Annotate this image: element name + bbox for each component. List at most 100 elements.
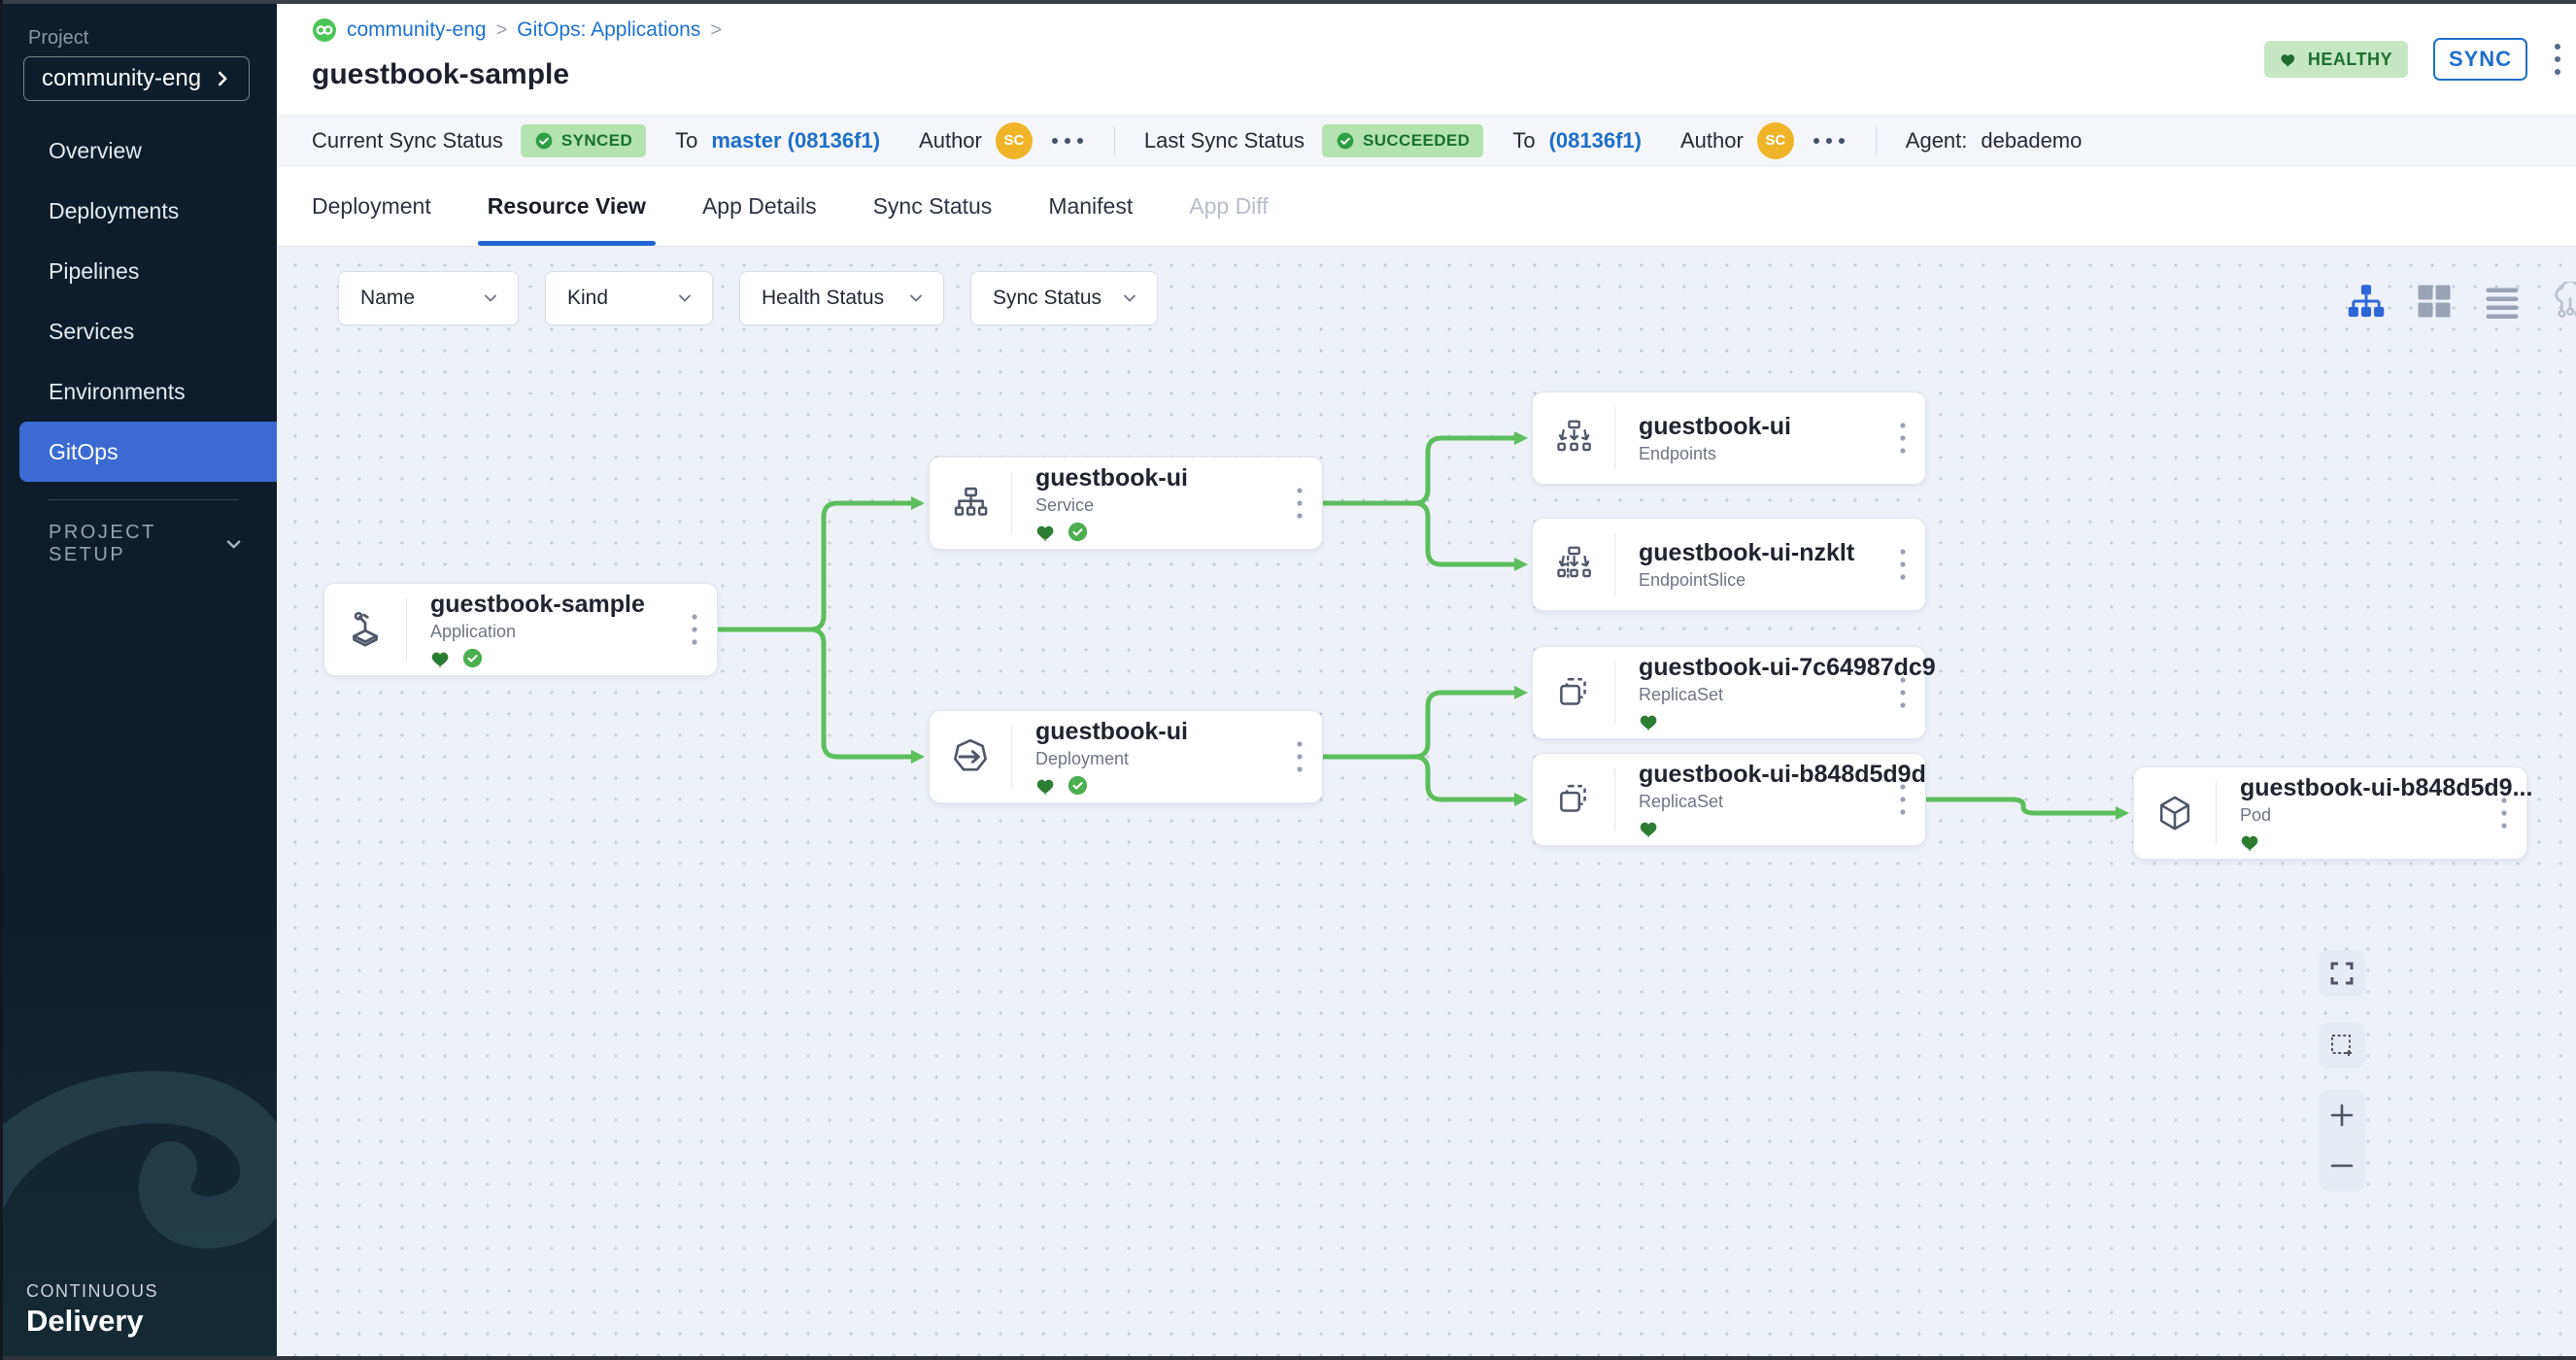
node-card-pod[interactable]: guestbook-ui-b848d5d9... Pod [2133, 766, 2527, 860]
chevron-down-icon [481, 289, 500, 308]
kebab-vertical-icon [1296, 740, 1304, 773]
current-sync-target-link[interactable]: master (08136f1) [711, 128, 880, 153]
last-sync-more-button[interactable] [1812, 132, 1847, 150]
tab-app-details[interactable]: App Details [702, 167, 817, 246]
marquee-select-button[interactable] [2319, 1022, 2365, 1069]
kebab-vertical-icon [1899, 548, 1907, 581]
sidebar-item-environments[interactable]: Environments [0, 361, 277, 422]
zoom-control [2319, 1090, 2365, 1191]
zoom-in-button[interactable] [2319, 1092, 2365, 1139]
sidebar-nav: Overview Deployments Pipelines Services … [0, 120, 277, 482]
node-card-deployment[interactable]: guestbook-ui Deployment [929, 710, 1323, 803]
kebab-vertical-icon [2553, 41, 2562, 78]
divider [1876, 126, 1877, 155]
synced-check-icon [462, 648, 483, 668]
tab-deployment[interactable]: Deployment [312, 167, 431, 246]
divider [1614, 768, 1615, 831]
tree-view-button[interactable] [2347, 282, 2386, 321]
last-sync-target-link[interactable]: (08136f1) [1549, 128, 1642, 153]
header-menu-button[interactable] [2553, 38, 2568, 81]
node-menu-button[interactable] [1886, 519, 1919, 610]
healthy-heart-icon [1639, 818, 1661, 838]
sidebar-item-services[interactable]: Services [0, 301, 277, 361]
kebab-vertical-icon [1899, 783, 1907, 816]
node-menu-button[interactable] [2488, 767, 2521, 859]
node-status-icons [1035, 522, 1283, 542]
current-sync-label: Current Sync Status [312, 128, 503, 153]
tab-label: Manifest [1048, 193, 1133, 220]
sidebar-item-overview[interactable]: Overview [0, 120, 277, 181]
filter-sync-status-dropdown[interactable]: Sync Status [970, 271, 1158, 325]
view-toggle-group [2347, 282, 2576, 321]
sidebar-item-label: GitOps [49, 439, 119, 465]
chevron-right-icon [212, 68, 233, 89]
grid-view-button[interactable] [2415, 282, 2454, 321]
to-label: To [675, 128, 697, 153]
node-kind: EndpointSlice [1639, 570, 1886, 591]
filter-label: Sync Status [993, 287, 1102, 310]
node-menu-button[interactable] [1886, 647, 1919, 738]
node-menu-button[interactable] [1283, 711, 1316, 802]
node-card-service[interactable]: guestbook-ui Service [929, 457, 1323, 550]
tab-sync-status[interactable]: Sync Status [873, 167, 993, 246]
author-avatar[interactable]: SC [996, 122, 1033, 159]
tab-manifest[interactable]: Manifest [1048, 167, 1133, 246]
node-menu-button[interactable] [1886, 754, 1919, 845]
node-menu-button[interactable] [1886, 392, 1919, 484]
divider [1011, 472, 1012, 534]
tab-label: App Diff [1189, 193, 1268, 220]
filter-bar: Name Kind Health Status Sync Status [338, 271, 1158, 325]
author-avatar[interactable]: SC [1757, 122, 1794, 159]
node-title: guestbook-ui [1035, 718, 1283, 746]
node-card-body: guestbook-ui-7c64987dc9 ReplicaSet [1639, 654, 1886, 731]
node-card-body: guestbook-ui-b848d5d9d ReplicaSet [1639, 761, 1886, 838]
healthy-heart-icon [430, 648, 453, 668]
filter-name-dropdown[interactable]: Name [338, 271, 519, 325]
sidebar-item-gitops[interactable]: GitOps [19, 422, 277, 482]
node-menu-button[interactable] [678, 584, 711, 675]
zoom-out-button[interactable] [2319, 1142, 2365, 1189]
node-kind: Service [1035, 495, 1283, 516]
sidebar-item-deployments[interactable]: Deployments [0, 181, 277, 241]
project-setup-toggle[interactable]: PROJECT SETUP [49, 525, 243, 563]
filter-kind-dropdown[interactable]: Kind [545, 271, 713, 325]
node-card-application[interactable]: guestbook-sample Application [323, 583, 718, 676]
resource-tree-canvas[interactable]: Name Kind Health Status Sync Status [277, 247, 2576, 1360]
divider [1114, 126, 1115, 155]
last-sync-badge-label: SUCCEEDED [1363, 131, 1470, 151]
node-menu-button[interactable] [1283, 458, 1316, 549]
healthy-heart-icon [1639, 711, 1661, 731]
node-card-body: guestbook-ui Deployment [1035, 718, 1283, 796]
breadcrumb-project[interactable]: community-eng [347, 18, 487, 42]
last-sync-badge: SUCCEEDED [1322, 124, 1483, 157]
chevron-down-icon [675, 289, 695, 308]
tab-resource-view[interactable]: Resource View [488, 167, 646, 246]
node-card-replicaset-2[interactable]: guestbook-ui-b848d5d9d ReplicaSet [1532, 753, 1926, 846]
tab-bar: Deployment Resource View App Details Syn… [277, 167, 2576, 247]
node-card-replicaset-1[interactable]: guestbook-ui-7c64987dc9 ReplicaSet [1532, 646, 1926, 739]
sidebar-divider [49, 499, 239, 500]
sidebar-item-pipelines[interactable]: Pipelines [0, 241, 277, 301]
filter-health-status-dropdown[interactable]: Health Status [739, 271, 944, 325]
tab-label: Sync Status [873, 193, 993, 220]
project-selector[interactable]: community-eng [23, 56, 250, 101]
cluster-view-button[interactable] [2551, 282, 2576, 321]
list-view-button[interactable] [2483, 282, 2522, 321]
fit-to-screen-button[interactable] [2319, 950, 2365, 997]
sidebar-item-label: Deployments [49, 198, 179, 224]
current-sync-more-button[interactable] [1050, 132, 1085, 150]
kebab-vertical-icon [1899, 422, 1907, 455]
sync-button[interactable]: SYNC [2433, 38, 2527, 81]
node-card-endpointslice[interactable]: guestbook-ui-nzklt EndpointSlice [1532, 518, 1926, 611]
breadcrumb-section[interactable]: GitOps: Applications [517, 18, 700, 42]
node-card-endpoints[interactable]: guestbook-ui Endpoints [1532, 391, 1926, 485]
replicaset-kind-icon [1533, 777, 1614, 822]
window-edge-bottom [0, 1356, 2576, 1360]
sidebar-item-label: Overview [49, 138, 142, 164]
heart-icon [2280, 51, 2298, 68]
node-status-icons [1639, 818, 1886, 838]
node-kind: ReplicaSet [1639, 685, 1886, 705]
node-title: guestbook-ui-nzklt [1639, 539, 1886, 567]
synced-check-icon [1068, 522, 1088, 542]
deployment-kind-icon [930, 733, 1011, 780]
